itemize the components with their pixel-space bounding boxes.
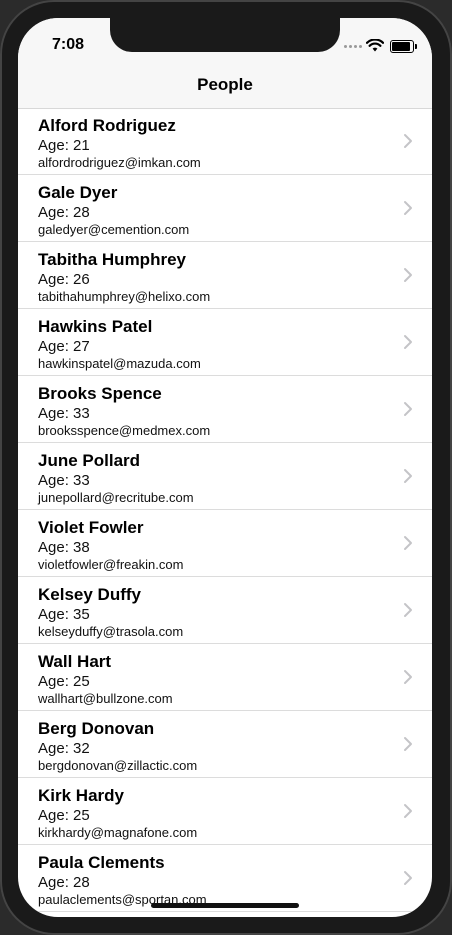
person-name: Berg Donovan: [38, 719, 155, 738]
chevron-right-icon: [404, 670, 412, 684]
home-indicator[interactable]: [151, 903, 299, 908]
cellular-signal-icon: [344, 45, 364, 51]
person-name: Violet Fowler: [38, 518, 144, 537]
person-name: June Pollard: [38, 451, 141, 470]
chevron-right-icon: [404, 335, 412, 349]
person-name: Gale Dyer: [38, 183, 118, 202]
person-email: alfordrodriguez@imkan.com: [38, 155, 201, 170]
list-item[interactable]: June Pollard Age: 33 junepollard@recritube…: [18, 443, 432, 510]
person-name: Kelsey Duffy: [38, 585, 141, 604]
notch: [110, 18, 340, 52]
person-age: Age: 25: [38, 807, 90, 824]
chevron-right-icon: [404, 871, 412, 885]
person-email: hawkinspatel@mazuda.com: [38, 356, 201, 371]
chevron-right-icon: [404, 804, 412, 818]
phone-frame: 7:08 People Alford Rodriguez Age: 21 alfor…: [0, 0, 452, 935]
list-item[interactable]: Tabitha Humphrey Age: 26 tabithahumphrey@h…: [18, 242, 432, 309]
page-title: People: [197, 75, 253, 94]
person-email: galedyer@cemention.com: [38, 222, 190, 237]
person-email: junepollard@recritube.com: [38, 490, 194, 505]
chevron-right-icon: [404, 268, 412, 282]
list-item[interactable]: Kirk Hardy Age: 25 kirkhardy@magnafone.com: [18, 778, 432, 845]
list-item[interactable]: Kelsey Duffy Age: 35 kelseyduffy@trasola.c…: [18, 577, 432, 644]
list-item[interactable]: Wall Hart Age: 25 wallhart@bullzone.com: [18, 644, 432, 711]
person-name: Brooks Spence: [38, 384, 162, 403]
people-list: Alford Rodriguez Age: 21 alfordrodriguez@i…: [18, 108, 432, 912]
chevron-right-icon: [404, 402, 412, 416]
person-age: Age: 33: [38, 472, 90, 489]
chevron-right-icon: [404, 201, 412, 215]
person-name: Hawkins Patel: [38, 317, 153, 336]
chevron-right-icon: [404, 737, 412, 751]
person-name: Kirk Hardy: [38, 786, 124, 805]
person-age: Age: 28: [38, 204, 90, 221]
person-name: Paula Clements: [38, 853, 165, 872]
person-email: tabithahumphrey@helixo.com: [38, 289, 211, 304]
person-age: Age: 28: [38, 874, 90, 891]
person-age: Age: 27: [38, 338, 90, 355]
screen: 7:08 People Alford Rodriguez Age: 21 alfor…: [18, 18, 432, 917]
list-item[interactable]: Berg Donovan Age: 32 bergdonovan@zillactic…: [18, 711, 432, 778]
person-age: Age: 25: [38, 673, 90, 690]
list-item[interactable]: Alford Rodriguez Age: 21 alfordrodriguez@i…: [18, 108, 432, 175]
person-age: Age: 35: [38, 606, 90, 623]
person-age: Age: 33: [38, 405, 90, 422]
list-item[interactable]: Hawkins Patel Age: 27 hawkinspatel@mazuda.…: [18, 309, 432, 376]
list-item[interactable]: Paula Clements Age: 28 paulaclements@sport…: [18, 845, 432, 912]
chevron-right-icon: [404, 469, 412, 483]
person-age: Age: 38: [38, 539, 90, 556]
list-item[interactable]: Gale Dyer Age: 28 galedyer@cemention.com: [18, 175, 432, 242]
person-email: violetfowler@freakin.com: [38, 557, 184, 572]
person-email: kelseyduffy@trasola.com: [38, 624, 184, 639]
person-email: brooksspence@medmex.com: [38, 423, 211, 438]
person-email: bergdonovan@zillactic.com: [38, 758, 198, 773]
battery-icon: [390, 40, 417, 53]
person-email: wallhart@bullzone.com: [38, 691, 173, 706]
person-age: Age: 32: [38, 740, 90, 757]
status-time: 7:08: [52, 36, 85, 53]
person-name: Wall Hart: [38, 652, 112, 671]
person-age: Age: 21: [38, 137, 90, 154]
chevron-right-icon: [404, 603, 412, 617]
person-email: kirkhardy@magnafone.com: [38, 825, 198, 840]
person-age: Age: 26: [38, 271, 90, 288]
chevron-right-icon: [404, 536, 412, 550]
navigation-bar: People: [18, 62, 432, 109]
list-item[interactable]: Brooks Spence Age: 33 brooksspence@medmex.…: [18, 376, 432, 443]
list-item[interactable]: Violet Fowler Age: 38 violetfowler@freakin…: [18, 510, 432, 577]
chevron-right-icon: [404, 134, 412, 148]
wifi-icon: [366, 39, 384, 52]
person-name: Tabitha Humphrey: [38, 250, 186, 269]
person-name: Alford Rodriguez: [38, 116, 176, 135]
